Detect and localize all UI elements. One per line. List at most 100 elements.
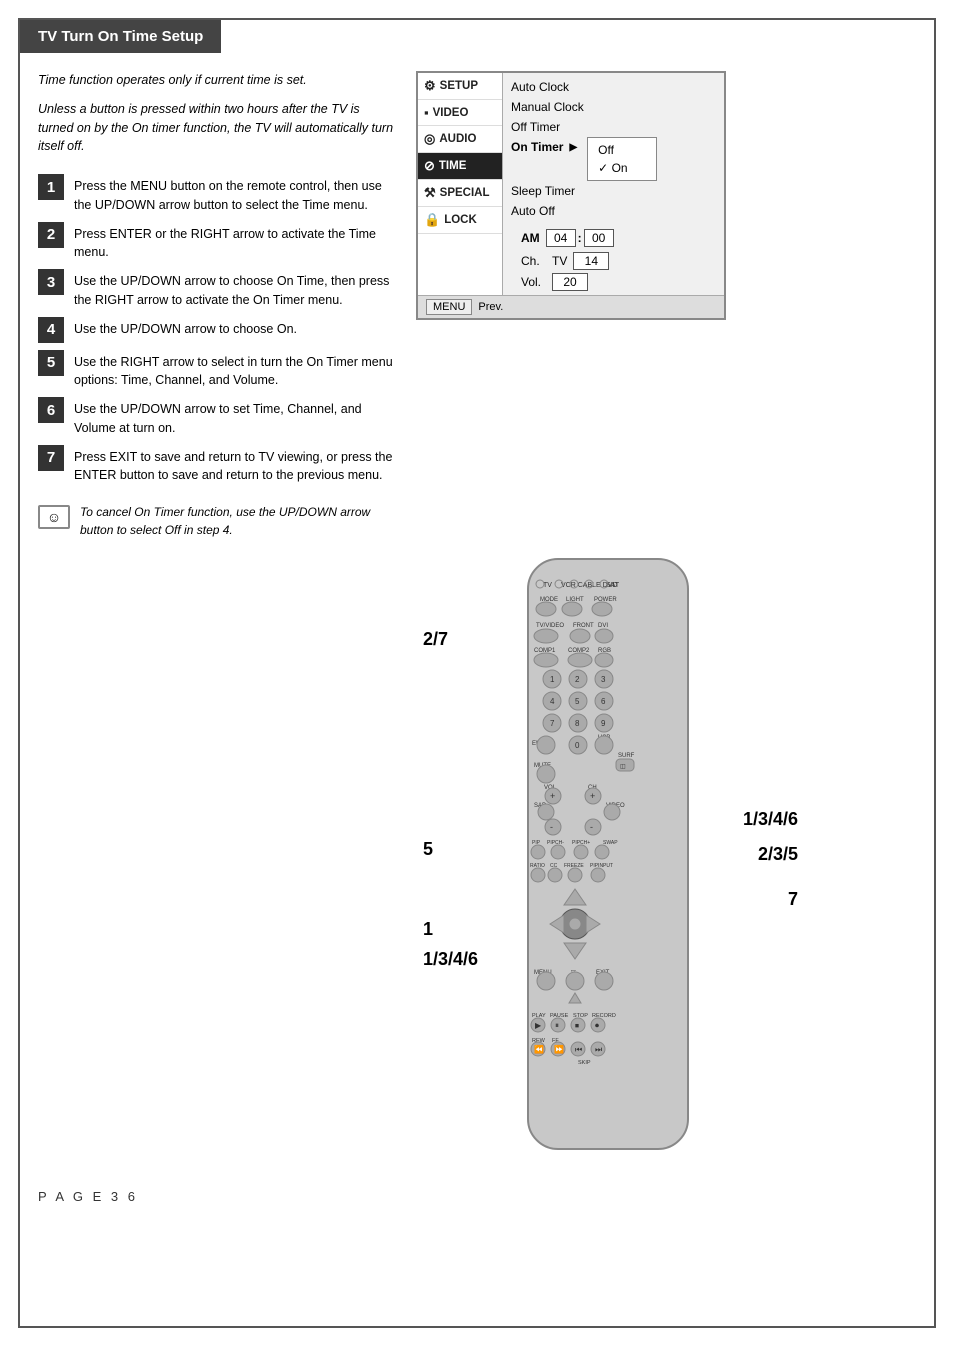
svg-text:-: - (590, 822, 593, 832)
intro-line1: Time function operates only if current t… (38, 71, 398, 90)
svg-text:1: 1 (550, 675, 555, 684)
tv-prefix: TV (552, 254, 567, 268)
menu-off-timer[interactable]: Off Timer (511, 117, 716, 137)
badge-1-3-4-6-bottom: 1/3/4/6 (423, 949, 478, 970)
sidebar-lock[interactable]: 🔒 LOCK (418, 207, 502, 234)
submenu-on[interactable]: On (598, 159, 646, 177)
audio-icon: ◎ (424, 131, 435, 147)
step-num-1: 1 (38, 174, 64, 200)
left-column: Time function operates only if current t… (38, 71, 398, 539)
remote-wrapper: 2/7 5 1/3/4/6 1/3/4/6 2/3/5 7 1 TV VCR C… (418, 549, 798, 1169)
step-6: 6Use the UP/DOWN arrow to set Time, Chan… (38, 397, 398, 438)
svg-text:-: - (550, 822, 553, 832)
colon-sep: : (578, 231, 582, 245)
svg-text:⏩: ⏩ (554, 1044, 564, 1054)
sidebar-setup[interactable]: ⚙ SETUP (418, 73, 502, 100)
sidebar-video[interactable]: ▪ VIDEO (418, 100, 502, 126)
content-area: Time function operates only if current t… (20, 53, 934, 539)
badge-1: 1 (423, 919, 433, 940)
channel-row: Ch. TV 14 (521, 252, 716, 270)
ch-value[interactable]: 14 (573, 252, 609, 270)
time-input-row: AM 04 : 00 (521, 229, 716, 247)
svg-text:SURF: SURF (618, 753, 635, 759)
hours-field[interactable]: 04 (546, 229, 576, 247)
intro-line2: Unless a button is pressed within two ho… (38, 100, 398, 156)
svg-text:⏮: ⏮ (575, 1045, 582, 1054)
cancel-icon: ☺ (38, 505, 70, 529)
remote-section: 2/7 5 1/3/4/6 1/3/4/6 2/3/5 7 1 TV VCR C… (20, 539, 934, 1169)
menu-sleep-timer[interactable]: Sleep Timer (511, 181, 716, 201)
svg-text:⏪: ⏪ (534, 1044, 544, 1054)
svg-text:0: 0 (575, 741, 580, 750)
remote-svg: TV VCR CABLE DVD SAT MODE LIGHT POWER TV… (468, 549, 748, 1169)
svg-text:▶: ▶ (535, 1021, 542, 1030)
submenu-off[interactable]: Off (598, 141, 646, 159)
svg-text:6: 6 (601, 697, 606, 706)
step-text-4: Use the UP/DOWN arrow to choose On. (74, 317, 297, 339)
badge-1-3-4-6-right: 1/3/4/6 (743, 809, 798, 830)
step-3: 3 Use the UP/DOWN arrow to choose On Time… (38, 269, 398, 310)
cancel-text: To cancel On Timer function, use the UP/… (80, 503, 398, 539)
step-text-1: Press the MENU button on the remote cont… (74, 174, 398, 215)
menu-on-timer[interactable]: On Timer ▶ (511, 137, 577, 157)
ch-label: Ch. (521, 254, 546, 268)
menu-auto-clock[interactable]: Auto Clock (511, 77, 716, 97)
setup-icon: ⚙ (424, 78, 436, 94)
step-4: 4 Use the UP/DOWN arrow to choose On. (38, 317, 398, 343)
menu-auto-off[interactable]: Auto Off (511, 201, 716, 221)
sidebar-audio[interactable]: ◎ AUDIO (418, 126, 502, 153)
sidebar-special[interactable]: ⚒ SPECIAL (418, 180, 502, 207)
steps-section: 1 Press the MENU button on the remote con… (38, 174, 398, 485)
svg-text:TV/VIDEO: TV/VIDEO (536, 623, 564, 629)
svg-text:SKIP: SKIP (578, 1060, 591, 1066)
step-num-5: 5 (38, 350, 64, 376)
step-text-2: Press ENTER or the RIGHT arrow to activa… (74, 222, 398, 263)
svg-text:+: + (590, 791, 595, 801)
time-fields: AM 04 : 00 Ch. TV 14 (511, 229, 716, 291)
svg-text:⏭: ⏭ (595, 1045, 602, 1054)
step-7: 7Press EXIT to save and return to TV vie… (38, 445, 398, 486)
video-icon: ▪ (424, 105, 429, 120)
menu-manual-clock[interactable]: Manual Clock (511, 97, 716, 117)
step-num-7: 7 (38, 445, 64, 471)
on-timer-arrow: ▶ (569, 142, 577, 153)
step-text-3: Use the UP/DOWN arrow to choose On Time,… (74, 269, 398, 310)
step-1: 1 Press the MENU button on the remote con… (38, 174, 398, 215)
svg-text:5: 5 (575, 697, 580, 706)
step-num-2: 2 (38, 222, 64, 248)
svg-text:◫: ◫ (620, 764, 626, 770)
right-column: ⚙ SETUP ▪ VIDEO ◎ AUDIO ⊘ (416, 71, 736, 539)
svg-text:+: + (550, 791, 555, 801)
page-number: P A G E 3 6 (38, 1189, 916, 1204)
special-icon: ⚒ (424, 185, 436, 201)
page-title: TV Turn On Time Setup (20, 20, 221, 53)
menu-sidebar: ⚙ SETUP ▪ VIDEO ◎ AUDIO ⊘ (418, 73, 503, 295)
svg-text:FRONT: FRONT (573, 623, 594, 629)
svg-text:3: 3 (601, 675, 606, 684)
svg-text:DVI: DVI (598, 623, 608, 629)
step-text-6: Use the UP/DOWN arrow to set Time, Chann… (74, 397, 398, 438)
badge-2-7: 2/7 (423, 629, 448, 650)
tv-menu-box: ⚙ SETUP ▪ VIDEO ◎ AUDIO ⊘ (416, 71, 726, 320)
sidebar-time[interactable]: ⊘ TIME (418, 153, 502, 180)
steps-left-area (38, 549, 398, 1169)
menu-main: Auto Clock Manual Clock Off Timer On Tim… (503, 73, 724, 295)
svg-text:⏺: ⏺ (595, 1021, 599, 1030)
step-2: 2 Press ENTER or the RIGHT arrow to activ… (38, 222, 398, 263)
step-num-3: 3 (38, 269, 64, 295)
svg-text:9: 9 (601, 719, 606, 728)
menu-btn[interactable]: MENU (426, 299, 472, 315)
svg-text:4: 4 (550, 697, 555, 706)
svg-text:PIPINPUT: PIPINPUT (590, 863, 613, 869)
svg-text:⏹: ⏹ (575, 1021, 579, 1030)
cancel-note: ☺ To cancel On Timer function, use the U… (38, 503, 398, 539)
step-5: 5Use the RIGHT arrow to select in turn t… (38, 350, 398, 391)
svg-text:⏸: ⏸ (555, 1021, 559, 1030)
on-timer-submenu: Off On (587, 137, 657, 181)
badge-2-3-5: 2/3/5 (758, 844, 798, 865)
am-label: AM (521, 231, 540, 245)
vol-value[interactable]: 20 (552, 273, 588, 291)
vol-label: Vol. (521, 275, 546, 289)
minutes-field[interactable]: 00 (584, 229, 614, 247)
step-num-4: 4 (38, 317, 64, 343)
